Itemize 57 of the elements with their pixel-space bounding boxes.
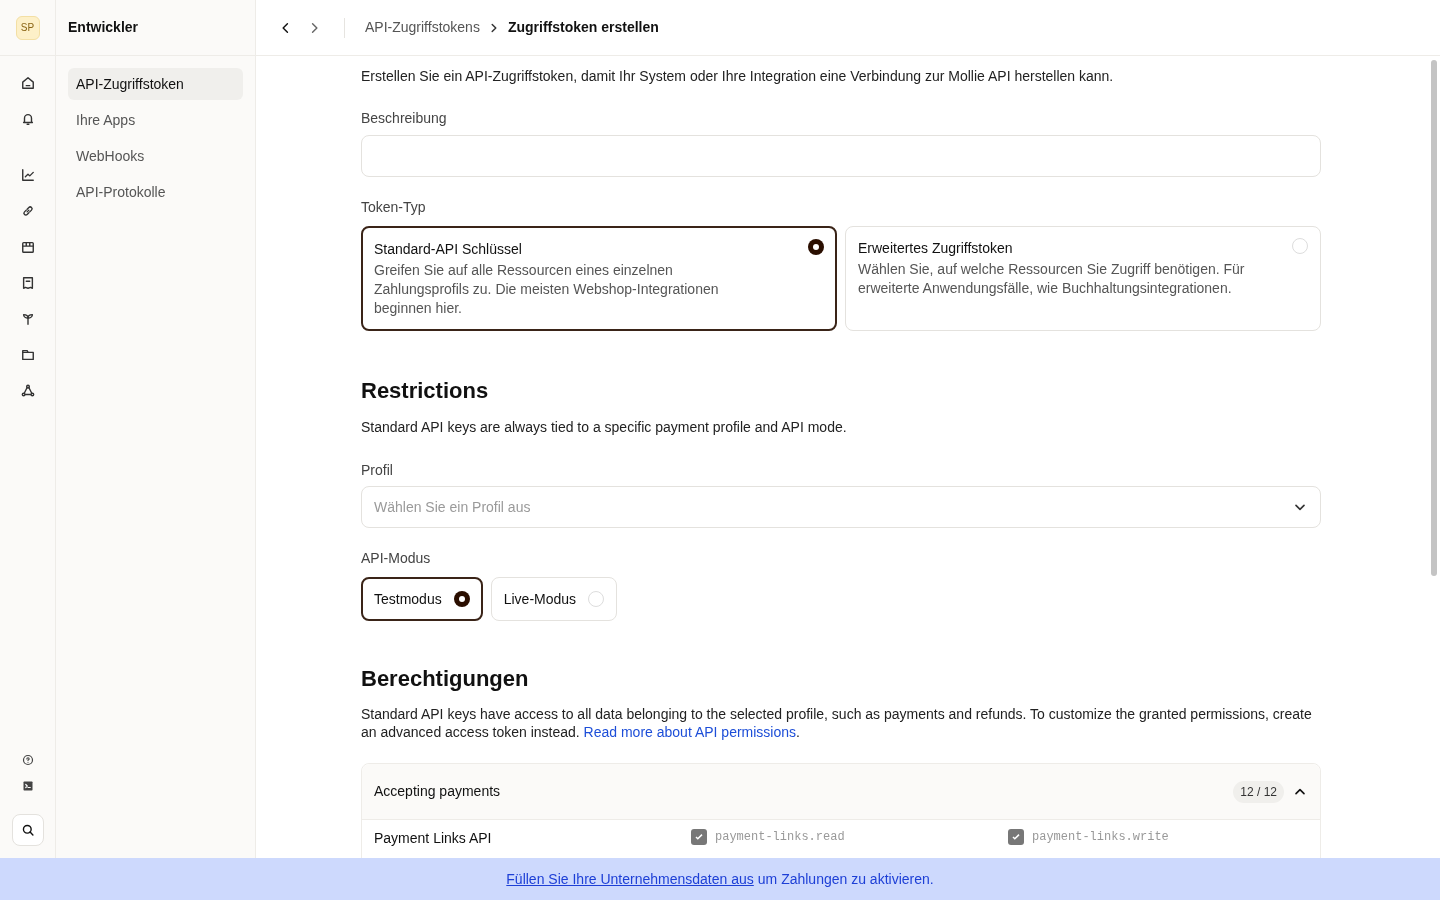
field-label: Token-Typ — [361, 198, 427, 217]
scope-label: payment-links.read — [715, 829, 845, 846]
company-data-link[interactable]: Füllen Sie Ihre Unternehmensdaten aus — [506, 868, 754, 890]
checkbox[interactable] — [1008, 829, 1024, 845]
folder-icon[interactable] — [20, 348, 35, 362]
search-button[interactable] — [11, 814, 44, 846]
scope-label: payment-links.write — [1032, 829, 1169, 846]
radio-button[interactable] — [808, 239, 824, 255]
checkbox[interactable] — [691, 829, 707, 845]
field-label: Profil — [361, 461, 394, 480]
section-text: Standard API keys have access to all data belonging to the selected profile, such as payments and refunds. To customize the granted permissions, create an advanced access token instead. Read more about API permissions. — [361, 705, 1313, 741]
breadcrumb-current: Zugriffstoken erstellen — [507, 18, 659, 37]
link-icon[interactable] — [20, 204, 35, 218]
check-icon — [1010, 831, 1022, 843]
sidebar-item[interactable]: API-Protokolle — [68, 176, 243, 208]
sidebar-item[interactable]: API-Zugriffstoken — [68, 68, 243, 100]
banner-text: um Zahlungen zu aktivieren. — [757, 869, 934, 889]
field-label: Beschreibung — [361, 109, 448, 128]
section-heading: Restrictions — [361, 377, 490, 405]
breadcrumb-link[interactable]: API-Zugriffstokens — [365, 17, 480, 38]
token-type-card[interactable]: Erweitertes Zugriffstoken Wählen Sie, auf welche Ressourcen Sie Zugriff benötigen. Für erweiterte Anwendungsfälle, wie Buchhaltungsintegrationen. — [845, 226, 1321, 331]
scrollbar[interactable] — [1431, 60, 1437, 576]
radio-button[interactable] — [453, 591, 470, 607]
section-heading: Berechtigungen — [361, 665, 530, 693]
count-badge: 12 / 12 — [1233, 780, 1284, 803]
receipt-icon[interactable] — [20, 276, 35, 290]
avatar[interactable]: SP — [15, 15, 40, 40]
bell-icon[interactable] — [20, 112, 35, 126]
store-icon[interactable] — [20, 240, 35, 254]
mode-option[interactable]: Live-Modus — [490, 577, 618, 621]
token-type-card[interactable]: Standard-API Schlüssel Greifen Sie auf alle Ressourcen eines einzelnen Zahlungsprofils zu. Die meisten Webshop-Integrationen beginnen hier. — [361, 226, 837, 331]
terminal-icon[interactable] — [21, 780, 34, 792]
home-icon[interactable] — [20, 76, 35, 90]
card-description: Greifen Sie auf alle Ressourcen eines einzelnen Zahlungsprofils zu. Die meisten Webshop-Integrationen beginnen hier. — [374, 261, 720, 318]
sidebar-item[interactable]: WebHooks — [68, 140, 243, 172]
group-title: Accepting payments — [374, 782, 501, 801]
field-label: API-Modus — [361, 549, 432, 568]
search-icon — [20, 823, 35, 837]
intro-text: Erstellen Sie ein API-Zugriffstoken, damit Ihr System oder Ihre Integration eine Verbindung zur Mollie API herstellen kann. — [361, 67, 1115, 86]
card-description: Wählen Sie, auf welche Ressourcen Sie Zugriff benötigen. Für erweiterte Anwendungsfälle, wie Buchhaltungsintegrationen. — [858, 260, 1246, 298]
back-icon[interactable] — [281, 20, 291, 35]
section-text: Standard API keys are always tied to a specific payment profile and API mode. — [361, 418, 848, 437]
nodes-icon[interactable] — [20, 384, 35, 398]
radio-button[interactable] — [1292, 238, 1308, 254]
mode-option[interactable]: Testmodus — [361, 577, 483, 621]
forward-icon[interactable] — [309, 20, 319, 35]
chart-icon[interactable] — [20, 168, 35, 182]
sprout-icon[interactable] — [20, 312, 35, 326]
check-icon — [693, 831, 705, 843]
sidebar-title: Entwickler — [68, 18, 139, 37]
description-input[interactable] — [361, 135, 1321, 177]
radio-button[interactable] — [588, 591, 605, 607]
permission-name: Payment Links API — [374, 829, 493, 848]
help-icon[interactable] — [21, 754, 34, 766]
card-title: Standard-API Schlüssel — [374, 240, 523, 259]
card-title: Erweitertes Zugriffstoken — [858, 239, 1014, 258]
sidebar-item[interactable]: Ihre Apps — [68, 104, 243, 136]
